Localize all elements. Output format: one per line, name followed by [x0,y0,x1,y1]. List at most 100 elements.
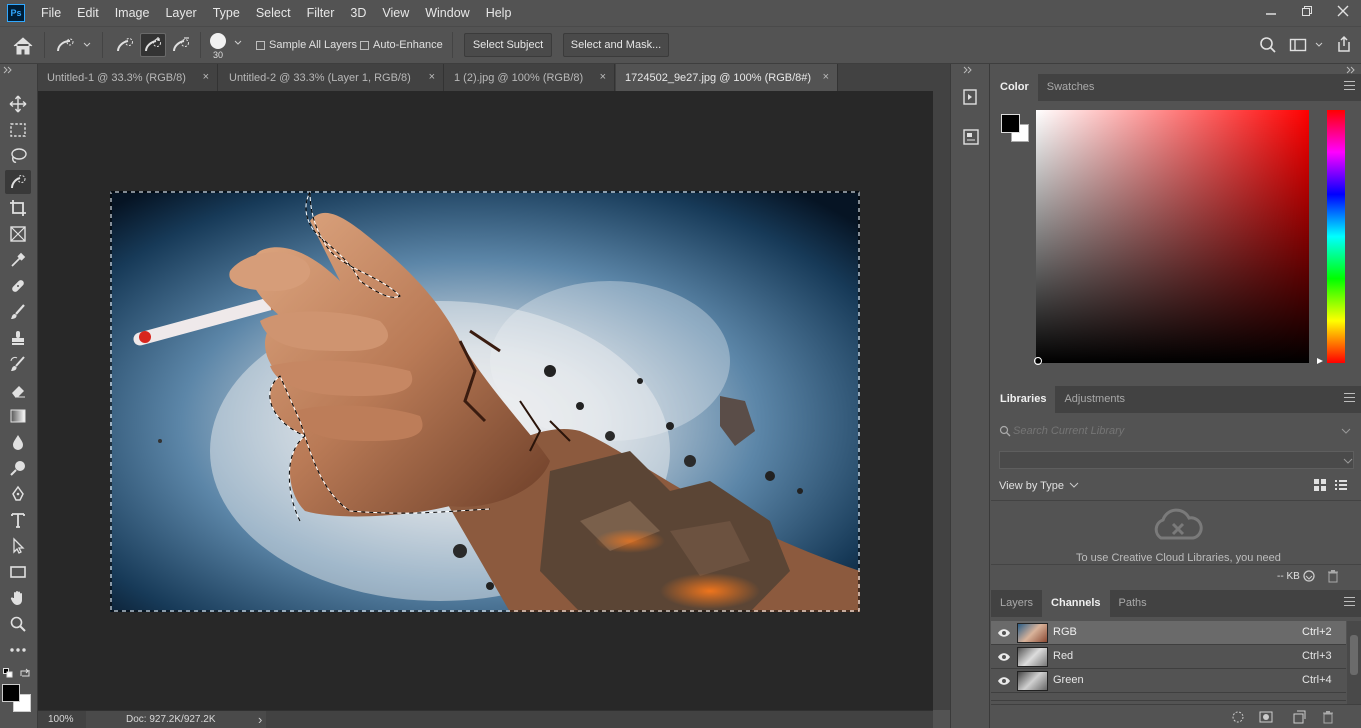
library-search-input[interactable] [1013,422,1333,440]
properties-panel-button[interactable] [961,126,981,150]
select-and-mask-button[interactable]: Select and Mask... [563,33,669,57]
menu-layer[interactable]: Layer [157,0,204,26]
trash-icon[interactable] [1326,569,1340,583]
menu-window[interactable]: Window [417,0,477,26]
tab-color[interactable]: Color [991,74,1038,101]
menu-file[interactable]: File [33,0,69,26]
new-selection-mode[interactable] [112,33,138,57]
hue-slider[interactable] [1327,110,1345,363]
foreground-color-swatch[interactable] [2,684,20,702]
blur-tool[interactable] [5,430,31,454]
crop-tool[interactable] [5,196,31,220]
eye-icon[interactable] [997,676,1011,686]
menu-image[interactable]: Image [107,0,158,26]
add-to-selection-mode[interactable] [140,33,166,57]
hand-tool[interactable] [5,586,31,610]
brush-tool[interactable] [5,300,31,324]
load-selection-icon[interactable] [1231,710,1245,724]
type-tool[interactable] [5,508,31,532]
auto-enhance-checkbox[interactable] [360,41,369,50]
view-by-type-label[interactable]: View by Type [999,480,1064,492]
home-button[interactable] [12,36,34,56]
menu-type[interactable]: Type [205,0,248,26]
eye-icon[interactable] [997,652,1011,662]
menu-3d[interactable]: 3D [342,0,374,26]
tab-swatches[interactable]: Swatches [1038,74,1104,101]
swap-colors-icon[interactable] [19,668,31,678]
hue-slider-marker[interactable] [1316,357,1324,365]
status-menu-arrow[interactable]: › [258,712,262,727]
history-brush-tool[interactable] [5,352,31,376]
rectangle-tool[interactable] [5,560,31,584]
channel-row-red[interactable]: Red Ctrl+3 [991,645,1346,669]
library-search[interactable] [997,422,1352,440]
eye-icon[interactable] [997,628,1011,638]
gradient-tool[interactable] [5,404,31,428]
eyedropper-tool[interactable] [5,248,31,272]
tab-close-button[interactable]: × [429,71,435,83]
subtract-from-selection-mode[interactable] [168,33,194,57]
panel-menu-icon[interactable] [1344,393,1355,405]
menu-select[interactable]: Select [248,0,299,26]
panel-menu-icon[interactable] [1344,81,1355,93]
color-field[interactable] [1036,110,1309,363]
tab-libraries[interactable]: Libraries [991,386,1056,413]
chevron-down-icon[interactable] [1069,482,1079,488]
frame-tool[interactable] [5,222,31,246]
select-subject-button[interactable]: Select Subject [464,33,552,57]
move-tool[interactable] [5,92,31,116]
channel-row-green[interactable]: Green Ctrl+4 [991,669,1346,693]
panel-menu-icon[interactable] [1344,597,1355,609]
close-window-button[interactable] [1325,0,1361,22]
tab-close-button[interactable]: × [203,71,209,83]
edit-toolbar-button[interactable] [5,638,31,662]
trash-icon[interactable] [1321,710,1335,724]
foreground-color-swatch[interactable] [1001,114,1020,133]
new-channel-icon[interactable] [1292,710,1306,724]
tab-untitled-2[interactable]: Untitled-2 @ 33.3% (Layer 1, RGB/8) × [220,64,444,91]
collapse-chevron-icon[interactable] [1346,66,1358,74]
tab-paths[interactable]: Paths [1110,590,1156,617]
menu-help[interactable]: Help [478,0,520,26]
sample-all-layers-checkbox[interactable] [256,41,265,50]
zoom-level[interactable]: 100% [48,714,74,725]
menu-view[interactable]: View [374,0,417,26]
history-panel-button[interactable] [961,86,981,110]
tab-1-2-jpg[interactable]: 1 (2).jpg @ 100% (RGB/8) × [445,64,615,91]
restore-button[interactable] [1289,0,1325,22]
document-image[interactable] [110,191,860,612]
minimize-button[interactable] [1253,0,1289,22]
library-dropdown[interactable] [999,451,1354,469]
share-button[interactable] [1335,35,1353,53]
marquee-tool[interactable] [5,118,31,142]
tab-close-button[interactable]: × [823,71,829,83]
tab-layers[interactable]: Layers [991,590,1042,617]
tab-close-button[interactable]: × [600,71,606,83]
list-view-icon[interactable] [1334,478,1348,492]
tab-untitled-1[interactable]: Untitled-1 @ 33.3% (RGB/8) × [38,64,218,91]
menu-filter[interactable]: Filter [299,0,343,26]
zoom-tool[interactable] [5,612,31,636]
sync-icon[interactable] [1301,569,1317,583]
brush-size-picker[interactable]: 30 [208,31,248,61]
vertical-scrollbar[interactable] [933,91,950,710]
lasso-tool[interactable] [5,144,31,168]
quick-selection-tool[interactable] [5,170,31,194]
menu-edit[interactable]: Edit [69,0,107,26]
pen-tool[interactable] [5,482,31,506]
tab-1724502-jpg[interactable]: 1724502_9e27.jpg @ 100% (RGB/8#) × [616,64,838,91]
clone-stamp-tool[interactable] [5,326,31,350]
search-button[interactable] [1259,36,1277,54]
path-selection-tool[interactable] [5,534,31,558]
dodge-tool[interactable] [5,456,31,480]
save-selection-icon[interactable] [1259,710,1273,724]
tab-adjustments[interactable]: Adjustments [1055,386,1134,413]
eraser-tool[interactable] [5,378,31,402]
channel-row-rgb[interactable]: RGB Ctrl+2 [991,621,1346,645]
tool-preset-picker[interactable] [54,35,94,55]
workspace-button[interactable] [1289,37,1325,53]
collapse-chevron-icon[interactable] [3,66,13,74]
channels-scrollbar[interactable] [1347,621,1361,711]
expand-chevron-icon[interactable] [963,66,977,74]
tab-channels[interactable]: Channels [1042,590,1110,617]
